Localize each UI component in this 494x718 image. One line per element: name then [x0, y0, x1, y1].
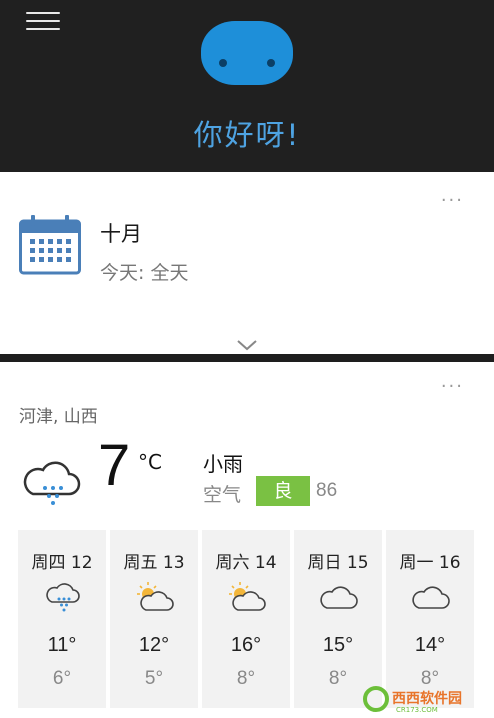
weather-condition: 小雨: [203, 452, 243, 476]
chevron-down-icon[interactable]: [236, 336, 258, 355]
forecast-day[interactable]: 周六 14 16° 8°: [202, 530, 290, 708]
forecast-day[interactable]: 周日 15 15° 8°: [294, 530, 382, 708]
forecast-day[interactable]: 周四 12 11° 6°: [18, 530, 106, 708]
forecast-high: 16°: [230, 634, 262, 656]
calendar-card[interactable]: ··· 十月 今天: 全天: [0, 174, 494, 352]
forecast-day-name: 周五 13: [123, 553, 185, 573]
air-quality-label: 空气: [203, 484, 242, 506]
temperature-unit: °C: [138, 450, 162, 474]
air-quality-value: 86: [316, 480, 338, 501]
current-temperature: 7: [98, 433, 131, 498]
cortana-header: 你好呀!: [0, 0, 494, 172]
cloud-rain-icon: [19, 458, 81, 512]
partly-sunny-icon: [134, 580, 174, 616]
calendar-more-button[interactable]: ···: [441, 192, 464, 210]
forecast-day[interactable]: 周五 13 12° 5°: [110, 530, 198, 708]
cloud-rain-icon: [42, 580, 82, 616]
forecast-day-name: 周一 16: [399, 553, 461, 573]
calendar-title: 十月: [100, 222, 142, 246]
weather-location: 河津, 山西: [19, 407, 98, 427]
forecast-day[interactable]: 周一 16 14° 8°: [386, 530, 474, 708]
watermark-text: 西西软件园: [392, 690, 462, 707]
air-quality-badge: 良: [256, 476, 310, 506]
forecast-day-name: 周四 12: [31, 553, 93, 573]
hamburger-menu-icon[interactable]: [26, 12, 60, 34]
forecast-high: 14°: [414, 634, 446, 656]
forecast-high: 12°: [138, 634, 170, 656]
calendar-subtitle: 今天: 全天: [100, 262, 189, 284]
greeting-text: 你好呀!: [193, 118, 301, 152]
cloud-icon: [318, 580, 358, 616]
site-watermark: 西西软件园 CR173.COM: [362, 684, 492, 714]
forecast-low: 5°: [144, 668, 164, 689]
card-divider: [0, 354, 494, 362]
forecast-low: 8°: [236, 668, 256, 689]
weather-more-button[interactable]: ···: [441, 378, 464, 396]
calendar-icon: [19, 215, 81, 279]
weather-card[interactable]: ··· 河津, 山西 7 °C 小雨 空气 良 86 周四 12 11° 6°: [0, 362, 494, 718]
forecast-day-name: 周日 15: [307, 553, 369, 573]
watermark-subtext: CR173.COM: [396, 706, 438, 714]
cloud-icon: [410, 580, 450, 616]
partly-sunny-icon: [226, 580, 266, 616]
forecast-day-name: 周六 14: [215, 553, 277, 573]
cortana-avatar-icon: [201, 21, 293, 85]
forecast-strip: 周四 12 11° 6° 周五 13 12° 5° 周六 14 16° 8° 周…: [18, 530, 474, 708]
forecast-high: 15°: [322, 634, 354, 656]
forecast-high: 11°: [47, 634, 77, 656]
forecast-low: 6°: [52, 668, 72, 689]
